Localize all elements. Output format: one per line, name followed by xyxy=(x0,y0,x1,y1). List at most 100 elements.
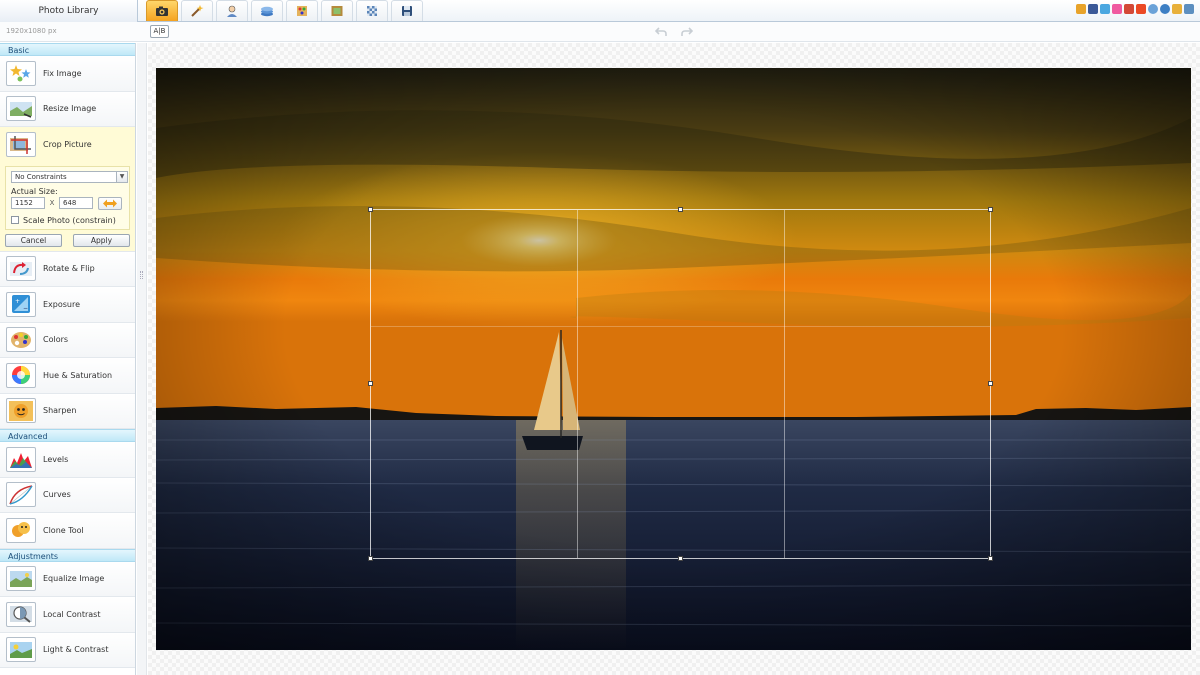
scale-photo-checkbox[interactable] xyxy=(11,216,19,224)
tool-levels[interactable]: Levels xyxy=(0,442,135,478)
tool-resize-image[interactable]: Resize Image xyxy=(0,91,135,127)
section-header-basic: Basic xyxy=(0,43,135,56)
size-separator: X xyxy=(49,199,55,207)
frame-icon xyxy=(331,6,343,16)
tool-label: Light & Contrast xyxy=(43,645,109,655)
width-input[interactable]: 1152 xyxy=(11,197,45,209)
crop-handle-top-right[interactable] xyxy=(988,207,993,212)
tool-label: Clone Tool xyxy=(43,525,84,535)
help-icon[interactable] xyxy=(1148,4,1158,14)
tool-light-contrast[interactable]: Light & Contrast xyxy=(0,632,135,668)
grip-icon xyxy=(140,271,143,279)
constraint-value: No Constraints xyxy=(15,172,67,181)
social-icons xyxy=(1076,4,1194,14)
tool-curves[interactable]: Curves xyxy=(0,477,135,513)
section-header-adjustments: Adjustments xyxy=(0,548,135,562)
photo-library-tab[interactable]: Photo Library xyxy=(0,0,138,22)
tool-label: Rotate & Flip xyxy=(43,264,95,274)
facebook-icon[interactable] xyxy=(1088,4,1098,14)
tool-exposure[interactable]: + − Exposure xyxy=(0,287,135,323)
constraint-select[interactable]: No Constraints ▼ xyxy=(11,170,128,183)
tab-palette[interactable] xyxy=(286,0,318,21)
crop-picture-icon xyxy=(10,135,31,154)
twitter-icon[interactable] xyxy=(1100,4,1110,14)
tab-texture[interactable] xyxy=(356,0,388,21)
tool-sharpen[interactable]: Sharpen xyxy=(0,393,135,429)
home-icon[interactable] xyxy=(1076,4,1086,14)
google-plus-icon[interactable] xyxy=(1124,4,1134,14)
curves-icon xyxy=(9,485,33,505)
palette-icon xyxy=(297,6,307,16)
crop-handle-top-left[interactable] xyxy=(368,207,373,212)
scale-row: Scale Photo (constrain) xyxy=(11,216,124,225)
tool-local-contrast[interactable]: Local Contrast xyxy=(0,597,135,633)
light-contrast-icon xyxy=(10,641,32,658)
tab-save[interactable] xyxy=(391,0,423,21)
cancel-button[interactable]: Cancel xyxy=(5,233,62,247)
crop-grid-line xyxy=(371,325,990,327)
height-input[interactable]: 648 xyxy=(59,197,93,209)
tool-label: Crop Picture xyxy=(43,140,92,150)
crop-handle-left[interactable] xyxy=(368,381,373,386)
tab-layers[interactable] xyxy=(251,0,283,21)
photo-canvas[interactable] xyxy=(156,68,1191,650)
undo-button[interactable] xyxy=(652,25,670,39)
crop-grid-line xyxy=(783,210,785,558)
scale-photo-label: Scale Photo (constrain) xyxy=(23,215,116,225)
globe-icon[interactable] xyxy=(1160,4,1170,14)
rotate-flip-icon xyxy=(10,261,32,276)
stumbleupon-icon[interactable] xyxy=(1136,4,1146,14)
levels-icon xyxy=(10,453,32,469)
sharpen-icon xyxy=(9,400,33,421)
tool-colors[interactable]: Colors xyxy=(0,322,135,358)
tool-label: Local Contrast xyxy=(43,609,101,619)
tool-label: Equalize Image xyxy=(43,574,105,584)
crop-handle-right[interactable] xyxy=(988,381,993,386)
email-icon[interactable] xyxy=(1172,4,1182,14)
tab-portrait[interactable] xyxy=(216,0,248,21)
local-contrast-icon xyxy=(10,606,32,624)
chevron-down-icon: ▼ xyxy=(116,171,127,182)
tool-hue-saturation[interactable]: Hue & Saturation xyxy=(0,358,135,394)
fullscreen-icon[interactable] xyxy=(1184,4,1194,14)
texture-icon xyxy=(367,6,377,16)
svg-text:+: + xyxy=(15,298,20,305)
tool-label: Colors xyxy=(43,335,69,345)
colors-icon xyxy=(11,331,31,348)
save-icon xyxy=(402,6,412,16)
tool-crop-picture[interactable]: Crop Picture xyxy=(0,127,135,163)
crop-handle-bottom-left[interactable] xyxy=(368,556,373,561)
top-toolbar: Photo Library xyxy=(0,0,1200,22)
crop-handle-top[interactable] xyxy=(677,207,683,212)
crop-handle-bottom[interactable] xyxy=(677,556,683,561)
tab-frame[interactable] xyxy=(321,0,353,21)
tool-fix-image[interactable]: Fix Image xyxy=(0,56,135,92)
undo-icon xyxy=(655,27,667,36)
panel-splitter[interactable] xyxy=(137,43,147,675)
size-row: 1152 X 648 xyxy=(11,196,124,210)
portrait-icon xyxy=(227,5,237,17)
tool-clone-tool[interactable]: Clone Tool xyxy=(0,513,135,549)
tool-label: Fix Image xyxy=(43,68,82,78)
tool-equalize-image[interactable]: Equalize Image xyxy=(0,561,135,597)
canvas-area xyxy=(148,43,1200,675)
tool-label: Resize Image xyxy=(43,104,97,114)
tool-label: Levels xyxy=(43,454,69,464)
compare-ab-button[interactable]: A|B xyxy=(150,25,169,38)
crop-handle-bottom-right[interactable] xyxy=(988,556,993,561)
camera-icon xyxy=(156,6,168,16)
clone-tool-icon xyxy=(12,522,30,538)
tools-panel: Basic Fix Image Resize Image Crop Pictur… xyxy=(0,43,136,675)
actual-size-label: Actual Size: xyxy=(11,186,58,196)
resize-image-icon xyxy=(10,101,32,118)
apply-button[interactable]: Apply xyxy=(73,233,130,247)
swap-dimensions-button[interactable] xyxy=(98,196,122,210)
crop-selection[interactable] xyxy=(368,207,993,561)
tab-magic-wand[interactable] xyxy=(181,0,213,21)
tab-camera[interactable] xyxy=(146,0,178,21)
flickr-icon[interactable] xyxy=(1112,4,1122,14)
tool-rotate-flip[interactable]: Rotate & Flip xyxy=(0,251,135,287)
redo-button[interactable] xyxy=(678,25,696,39)
equalize-image-icon xyxy=(10,570,32,587)
redo-icon xyxy=(681,27,693,36)
